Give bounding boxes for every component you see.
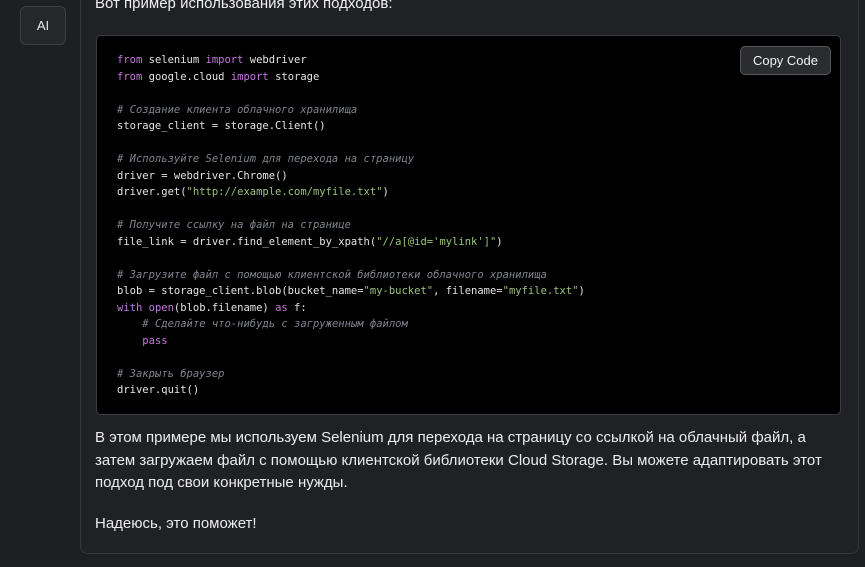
- code-token: storage_client = storage.Client(): [117, 120, 326, 132]
- code-token: ): [496, 235, 503, 248]
- code-token: with: [117, 301, 143, 314]
- code-line: with open(blob.filename) as f:: [117, 300, 585, 317]
- code-token: file_link = driver.find_element_by_xpath…: [117, 235, 377, 248]
- code-line: driver.get("http://example.com/myfile.tx…: [117, 184, 585, 201]
- code-token: from: [117, 70, 143, 83]
- code-token: driver.get(: [117, 186, 187, 198]
- code-token: ): [578, 285, 585, 297]
- code-line: # Создание клиента облачного хранилища: [117, 102, 585, 119]
- code-token: "http://example.com/myfile.txt": [186, 186, 383, 198]
- code-token: "//a[@id='mylink']": [376, 235, 497, 248]
- code-line: blob = storage_client.blob(bucket_name="…: [117, 283, 585, 300]
- code-line: driver.quit(): [117, 382, 585, 399]
- message-intro-text: Вот пример использования этих подходов:: [95, 0, 393, 12]
- code-token: as: [275, 301, 288, 314]
- code-line: # Загрузите файл с помощью клиентской би…: [117, 267, 585, 284]
- code-token: open: [148, 301, 174, 314]
- copy-code-button[interactable]: Copy Code: [739, 46, 831, 75]
- code-line: storage_client = storage.Client(): [117, 118, 585, 135]
- code-line: file_link = driver.find_element_by_xpath…: [117, 234, 585, 251]
- code-line: # Используйте Selenium для перехода на с…: [117, 151, 585, 168]
- code-line: # Получите ссылку на файл на странице: [117, 217, 585, 234]
- code-token: blob = storage_client.blob(bucket_name=: [117, 285, 364, 297]
- avatar-label: AI: [36, 18, 50, 33]
- code-token: "my-bucket": [363, 285, 434, 297]
- code-token: (blob.filename): [173, 301, 276, 314]
- code-token: # Получите ссылку на файл на странице: [117, 219, 351, 231]
- code-token: "myfile.txt": [502, 285, 579, 297]
- message-closing: Надеюсь, это поможет!: [95, 515, 257, 532]
- code-token: ): [382, 186, 389, 198]
- code-line: driver = webdriver.Chrome(): [117, 168, 585, 185]
- code-token: google.cloud: [142, 70, 231, 83]
- code-token: webdriver: [243, 54, 307, 66]
- code-line: pass: [117, 333, 585, 350]
- code-token: storage: [268, 70, 320, 83]
- code-token: import: [230, 70, 269, 83]
- code-token: f:: [287, 301, 307, 314]
- code-token: from: [117, 54, 143, 66]
- code-block: Copy Code from selenium import webdriver…: [96, 35, 841, 415]
- assistant-avatar: AI: [20, 6, 66, 45]
- code-token: driver.quit(): [117, 384, 200, 396]
- code-content: from selenium import webdriver from googl…: [117, 52, 585, 399]
- message-paragraph: В этом примере мы используем Selenium дл…: [95, 429, 822, 491]
- code-token: pass: [142, 334, 168, 347]
- code-line: # Сделайте что-нибудь с загруженным файл…: [117, 316, 585, 333]
- code-token: # Загрузите файл с помощью клиентской би…: [117, 268, 547, 281]
- chat-page: AI Вот пример использования этих подходо…: [0, 0, 865, 567]
- code-line: # Закрыть браузер: [117, 366, 585, 383]
- code-line: from google.cloud import storage: [117, 69, 585, 86]
- code-token: # Используйте Selenium для перехода на с…: [117, 153, 415, 165]
- code-token: # Закрыть браузер: [117, 367, 225, 380]
- code-token: , filename=: [433, 285, 503, 297]
- code-token: import: [205, 54, 244, 66]
- code-line: from selenium import webdriver: [117, 52, 585, 69]
- code-token: # Сделайте что-нибудь с загруженным файл…: [142, 318, 408, 330]
- code-token: selenium: [142, 54, 206, 66]
- code-token: driver = webdriver.Chrome(): [117, 169, 288, 182]
- code-token: # Создание клиента облачного хранилища: [117, 103, 358, 116]
